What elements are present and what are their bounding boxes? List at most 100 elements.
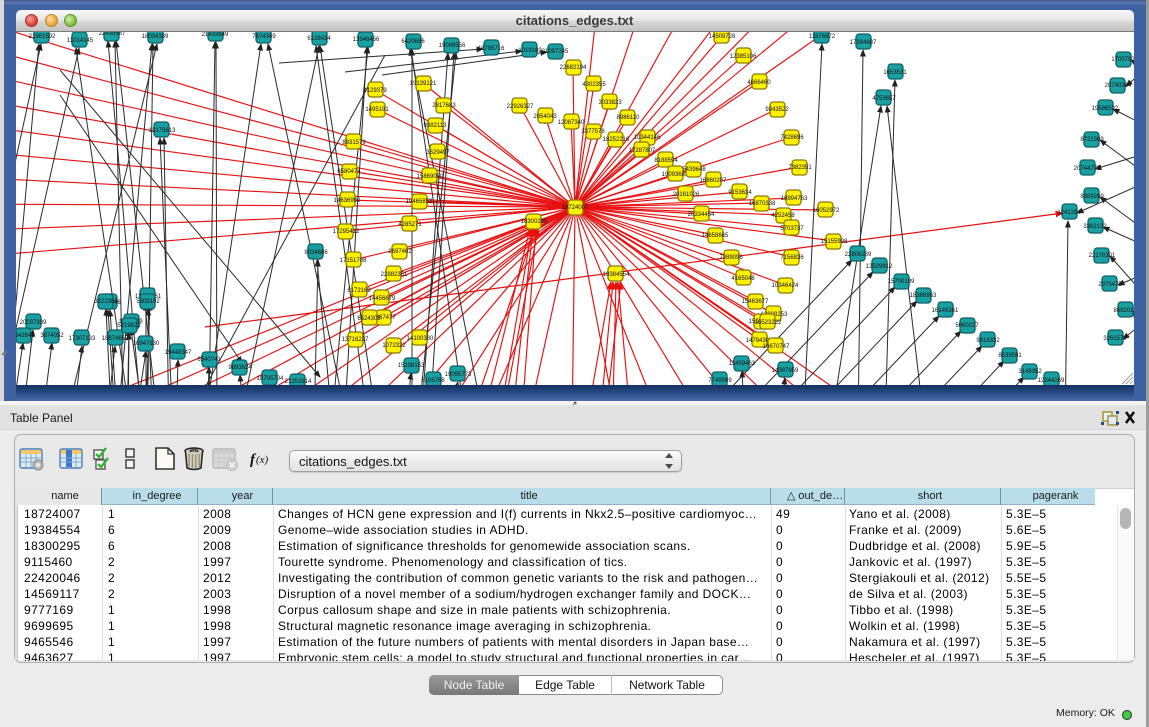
svg-text:16860207: 16860207	[700, 178, 727, 184]
svg-text:18034339: 18034339	[142, 34, 169, 40]
svg-text:7674349: 7674349	[252, 34, 276, 40]
svg-text:22682194: 22682194	[560, 65, 587, 71]
svg-text:18366963: 18366963	[910, 293, 937, 299]
svg-text:3642648: 3642648	[16, 333, 35, 339]
svg-text:8539591: 8539591	[998, 353, 1022, 359]
svg-text:1241284: 1241284	[1057, 210, 1081, 216]
svg-text:18874652: 18874652	[102, 336, 129, 342]
svg-text:8106768: 8106768	[421, 378, 445, 384]
svg-text:8682011: 8682011	[1114, 308, 1134, 314]
svg-text:7156836: 7156836	[780, 255, 804, 261]
svg-text:4252458: 4252458	[771, 213, 795, 219]
svg-text:17287807: 17287807	[629, 148, 656, 154]
svg-text:14658665: 14658665	[702, 233, 729, 239]
svg-text:3529497: 3529497	[426, 150, 450, 156]
svg-text:7749509: 7749509	[708, 378, 732, 384]
svg-text:4666460: 4666460	[747, 80, 771, 86]
svg-text:8389269: 8389269	[1080, 194, 1104, 200]
svg-text:22926327: 22926327	[507, 104, 534, 110]
svg-text:18252216: 18252216	[603, 137, 630, 143]
svg-text:2054043: 2054043	[533, 114, 557, 120]
svg-text:22176301: 22176301	[1089, 253, 1116, 259]
svg-text:2817683: 2817683	[432, 103, 456, 109]
svg-text:16670747: 16670747	[763, 344, 790, 350]
svg-text:9153634: 9153634	[728, 190, 752, 196]
svg-text:8721369: 8721369	[1080, 137, 1104, 143]
svg-text:4165048: 4165048	[731, 276, 755, 282]
svg-text:3382132: 3382132	[1083, 224, 1107, 230]
svg-text:16052972: 16052972	[813, 208, 840, 214]
svg-text:8188594: 8188594	[654, 158, 678, 164]
svg-text:20334454: 20334454	[688, 212, 715, 218]
svg-text:10344146: 10344146	[634, 135, 661, 141]
svg-text:6540741: 6540741	[197, 357, 221, 363]
svg-text:4129379: 4129379	[363, 88, 387, 94]
svg-text:18300295: 18300295	[521, 219, 548, 225]
svg-text:3322386: 3322386	[94, 299, 118, 305]
svg-text:5308102: 5308102	[136, 299, 160, 305]
svg-text:3874052: 3874052	[40, 333, 64, 339]
svg-text:16523222: 16523222	[755, 320, 782, 326]
svg-text:5060227: 5060227	[955, 323, 979, 329]
svg-text:8931579: 8931579	[342, 140, 366, 146]
svg-text:15869000: 15869000	[417, 174, 444, 180]
svg-text:6420686: 6420686	[401, 39, 425, 45]
svg-text:5219822: 5219822	[117, 323, 141, 329]
svg-text:19384554: 19384554	[603, 272, 630, 278]
svg-text:9893824: 9893824	[228, 365, 252, 371]
svg-text:1495191: 1495191	[365, 107, 389, 113]
svg-text:15198153: 15198153	[398, 363, 425, 369]
svg-text:8172169: 8172169	[347, 288, 371, 294]
svg-text:19586522: 19586522	[1092, 106, 1119, 112]
svg-text:(x): (x)	[256, 454, 269, 466]
svg-text:13179613: 13179613	[149, 128, 176, 134]
svg-text:13716227: 13716227	[342, 337, 369, 343]
svg-text:9318332: 9318332	[976, 338, 1000, 344]
svg-text:5439648: 5439648	[682, 167, 706, 173]
svg-text:11014145: 11014145	[67, 38, 94, 44]
svg-text:18994763: 18994763	[781, 196, 808, 202]
svg-text:21981592: 21981592	[29, 34, 56, 40]
svg-text:12344269: 12344269	[1038, 378, 1065, 384]
svg-text:22439587: 22439587	[99, 32, 126, 37]
svg-text:21097245: 21097245	[542, 49, 569, 55]
svg-text:17295412: 17295412	[333, 229, 360, 235]
svg-text:16870338: 16870338	[749, 201, 776, 207]
svg-text:16947830: 16947830	[133, 341, 160, 347]
svg-text:12385106: 12385106	[730, 54, 757, 60]
svg-text:18795716: 18795716	[478, 46, 505, 52]
svg-text:3377578: 3377578	[581, 129, 605, 135]
svg-text:19465853: 19465853	[406, 199, 433, 205]
svg-text:16149361: 16149361	[932, 308, 959, 314]
svg-text:21433649: 21433649	[202, 32, 229, 38]
svg-text:3033823: 3033823	[598, 100, 622, 106]
svg-text:14636992: 14636992	[334, 198, 361, 204]
svg-text:6524305: 6524305	[357, 316, 381, 322]
svg-text:1653531: 1653531	[883, 70, 907, 76]
svg-text:18705794: 18705794	[257, 376, 284, 382]
svg-text:2975475: 2975475	[1098, 282, 1122, 288]
svg-text:14456679: 14456679	[369, 296, 396, 302]
svg-text:9034686: 9034686	[304, 250, 328, 256]
svg-text:15155998: 15155998	[821, 239, 848, 245]
svg-text:12087340: 12087340	[558, 120, 585, 126]
svg-text:14100380: 14100380	[407, 336, 434, 342]
svg-text:20740364: 20740364	[1105, 83, 1132, 89]
svg-text:9382113: 9382113	[424, 123, 448, 129]
svg-text:3148352: 3148352	[1018, 369, 1042, 375]
svg-text:20037339: 20037339	[20, 320, 47, 326]
svg-text:19139121: 19139121	[410, 81, 437, 87]
svg-text:11876872: 11876872	[809, 34, 836, 40]
svg-text:1019189: 1019189	[518, 48, 542, 54]
svg-text:2697462: 2697462	[388, 249, 412, 255]
svg-text:10346424: 10346424	[772, 283, 799, 289]
svg-text:4302355: 4302355	[582, 82, 606, 88]
svg-text:19098556: 19098556	[439, 43, 466, 49]
svg-text:17394887: 17394887	[850, 40, 877, 46]
svg-text:20161026: 20161026	[673, 192, 700, 198]
svg-text:15463677: 15463677	[742, 299, 769, 305]
svg-text:4753657: 4753657	[872, 96, 896, 102]
svg-text:13546466: 13546466	[353, 37, 380, 43]
svg-text:6128434: 6128434	[307, 36, 331, 42]
svg-text:20744773: 20744773	[1074, 166, 1101, 172]
